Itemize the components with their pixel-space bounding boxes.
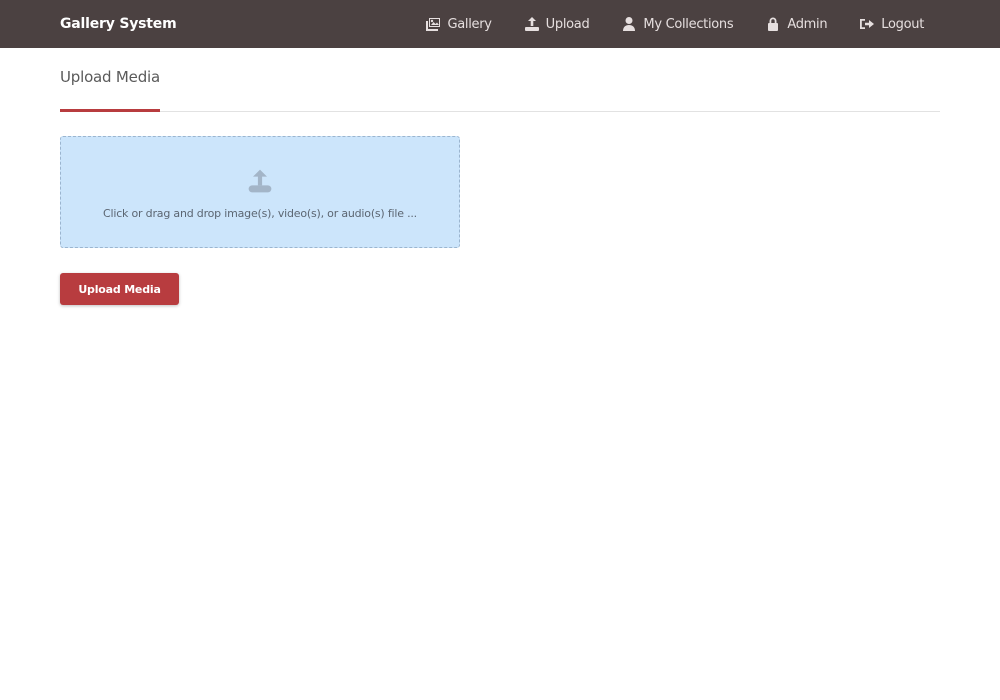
tab-upload-media[interactable]: Upload Media xyxy=(60,48,160,112)
file-dropzone[interactable]: Click or drag and drop image(s), video(s… xyxy=(60,136,460,248)
lock-icon xyxy=(768,17,779,31)
brand-title[interactable]: Gallery System xyxy=(60,16,177,32)
nav-item-admin[interactable]: Admin xyxy=(765,16,828,32)
top-navbar: Gallery System Gallery Upload My Collect… xyxy=(0,0,1000,48)
nav-menu: Gallery Upload My Collections Admin Logo… xyxy=(425,0,940,48)
user-icon xyxy=(623,17,636,31)
nav-label: Admin xyxy=(787,16,828,32)
main-content: Upload Media Click or drag and drop imag… xyxy=(0,48,1000,305)
dropzone-instructions: Click or drag and drop image(s), video(s… xyxy=(103,206,417,220)
upload-icon xyxy=(524,17,539,31)
tab-bar: Upload Media xyxy=(60,48,940,112)
nav-label: Logout xyxy=(881,16,924,32)
upload-icon xyxy=(248,169,272,192)
nav-item-upload[interactable]: Upload xyxy=(524,16,590,32)
upload-media-button[interactable]: Upload Media xyxy=(60,273,179,305)
nav-item-my-collections[interactable]: My Collections xyxy=(621,16,734,32)
images-icon xyxy=(426,18,441,31)
nav-label: My Collections xyxy=(643,16,734,32)
sign-out-icon xyxy=(860,19,875,29)
nav-label: Gallery xyxy=(447,16,492,32)
nav-item-logout[interactable]: Logout xyxy=(859,16,924,32)
nav-item-gallery[interactable]: Gallery xyxy=(425,16,492,32)
nav-label: Upload xyxy=(545,16,590,32)
